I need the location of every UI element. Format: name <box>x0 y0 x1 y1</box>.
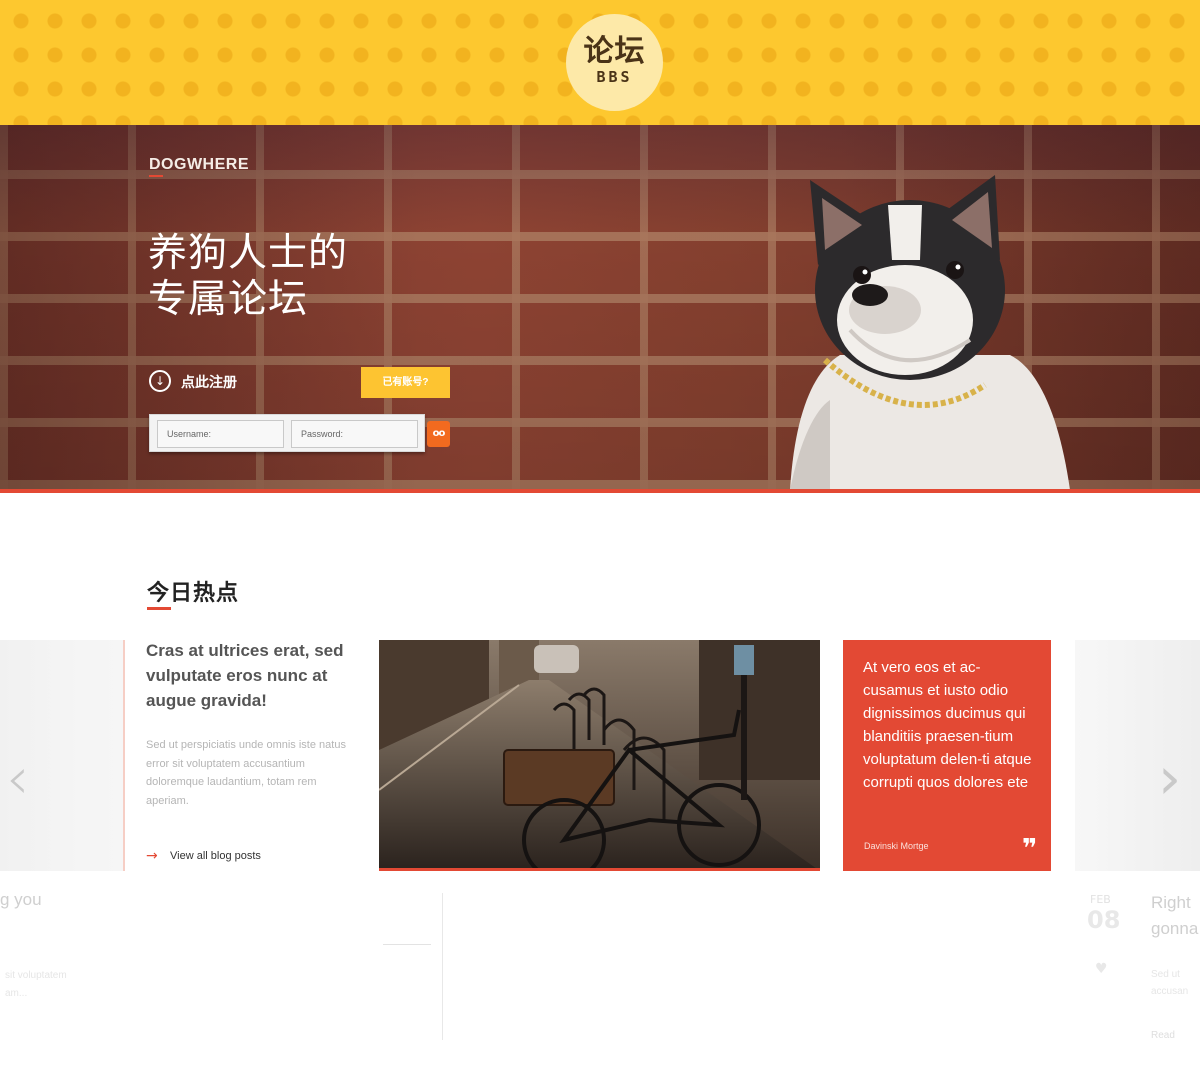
testimonial-text: At vero eos et ac-cusamus et iusto odio … <box>863 659 1032 791</box>
have-account-button[interactable]: 已有账号? <box>361 367 450 398</box>
section-title-underline <box>147 607 171 610</box>
quote-icon: ❞ <box>1022 834 1038 864</box>
divider <box>383 944 431 945</box>
vertical-divider <box>442 893 443 1040</box>
faded-post-title: g you <box>0 890 42 909</box>
logo-text-cn: 论坛 <box>583 34 646 69</box>
hero-section: DOGWHERE 养狗人士的 专属论坛 ↓ 点此注册 已有账号? oo <box>0 125 1200 489</box>
post-excerpt: Sed ut perspiciatis unde omnis iste natu… <box>146 739 346 807</box>
testimonial-author: Davinski Mortge <box>864 841 929 851</box>
faded-right-title-line-2: gonna <box>1151 919 1199 938</box>
date-day: 08 <box>1087 906 1121 934</box>
faded-post-excerpt: sit voluptatem am... <box>5 967 67 1003</box>
arrow-right-icon: → <box>146 848 158 864</box>
faded-excerpt-line-1: sit voluptatem <box>5 970 67 981</box>
bicycle-photo[interactable] <box>379 640 820 871</box>
brand-name[interactable]: DOGWHERE <box>149 156 249 174</box>
hero-bottom-border <box>0 489 1200 493</box>
faded-post-title-right: Right gonna <box>1151 890 1198 942</box>
bicycle-photo-image <box>379 640 820 871</box>
hero-title-line-2: 专属论坛 <box>148 277 309 322</box>
faded-read-more-link[interactable]: Read <box>1151 1030 1175 1041</box>
password-input[interactable] <box>291 420 418 448</box>
carousel-next-card <box>1075 640 1200 871</box>
photo-accent-bar <box>379 868 820 871</box>
heart-icon[interactable]: ♥ <box>1095 961 1108 977</box>
goggles-icon[interactable]: oo <box>427 421 450 447</box>
bulldog-illustration <box>790 175 1070 489</box>
login-form <box>149 414 425 452</box>
faded-post-excerpt-right: Sed ut accusan <box>1151 966 1188 1000</box>
faded-right-excerpt-line-2: accusan <box>1151 986 1189 997</box>
post-title[interactable]: Cras at ultrices erat, sed vulputate ero… <box>146 638 361 713</box>
top-banner: 论坛 BBS <box>0 0 1200 125</box>
faded-excerpt-line-2: am... <box>5 988 28 999</box>
register-link[interactable]: 点此注册 <box>181 372 237 392</box>
logo-text-en: BBS <box>596 68 633 86</box>
hero-title-line-1: 养狗人士的 <box>148 231 349 276</box>
chevron-left-icon[interactable]: ‹ <box>6 748 29 808</box>
view-all-posts-link[interactable]: View all blog posts <box>170 850 261 862</box>
date-month: FEB <box>1090 893 1111 906</box>
username-input[interactable] <box>157 420 284 448</box>
faded-right-excerpt-line-1: Sed ut <box>1151 969 1180 980</box>
arrow-down-circle-icon[interactable]: ↓ <box>149 370 171 392</box>
faded-right-title-line-1: Right <box>1151 893 1191 912</box>
chevron-right-icon[interactable]: › <box>1158 748 1181 808</box>
section-title: 今日热点 <box>147 581 240 606</box>
brand-underline <box>149 175 163 177</box>
hero-title: 养狗人士的 专属论坛 <box>148 231 408 323</box>
testimonial-card: At vero eos et ac-cusamus et iusto odio … <box>843 640 1051 871</box>
site-logo[interactable]: 论坛 BBS <box>566 14 663 111</box>
